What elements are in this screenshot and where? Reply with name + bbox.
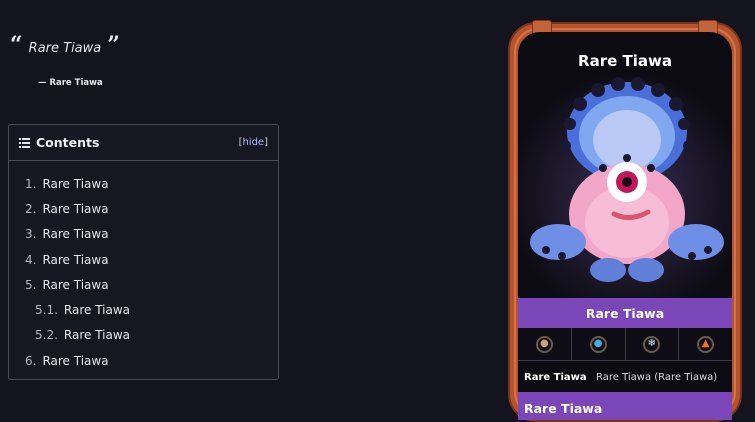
toc-item-2[interactable]: 2. Rare Tiawa <box>9 196 278 221</box>
toc-title: Contents <box>36 135 100 150</box>
toc-item-number: 4. <box>25 252 37 267</box>
table-of-contents: Contents [hide] 1. Rare Tiawa 2. Rare Tiaw… <box>8 124 279 380</box>
toc-item-label[interactable]: Rare Tiawa <box>64 303 130 317</box>
open-quote-icon: “ <box>10 32 23 58</box>
toc-item-label[interactable]: Rare Tiawa <box>42 253 108 267</box>
toc-item-4[interactable]: 4. Rare Tiawa <box>9 247 278 272</box>
monster-infobox: Rare Tiawa Rare Tiawa ● ● ❄ ▲ Rare Tiawa… <box>508 20 742 422</box>
list-icon <box>19 137 30 148</box>
toc-item-number: 3. <box>25 227 37 242</box>
quote-text: Rare Tiawa <box>28 41 102 56</box>
infobox-section-header: Rare Tiawa <box>518 392 732 420</box>
toc-item-number: 6. <box>25 353 37 368</box>
earth-icon[interactable]: ● <box>535 335 553 353</box>
toc-list: 1. Rare Tiawa 2. Rare Tiawa 3. Rare Tiawa 4… <box>9 161 278 373</box>
toc-item-label[interactable]: Rare Tiawa <box>42 354 108 368</box>
left-wing <box>530 224 586 260</box>
toc-item-1[interactable]: 1. Rare Tiawa <box>9 171 278 196</box>
toc-item-label[interactable]: Rare Tiawa <box>42 278 108 292</box>
quote-citation: — Rare Tiawa <box>38 78 103 88</box>
toc-item-5-2[interactable]: 5.2. Rare Tiawa <box>9 323 278 348</box>
monster-image[interactable] <box>518 72 732 298</box>
toc-item-number: 2. <box>25 201 37 216</box>
toc-item-3[interactable]: 3. Rare Tiawa <box>9 222 278 247</box>
toc-item-number: 5.2. <box>35 328 58 343</box>
toc-item-6[interactable]: 6. Rare Tiawa <box>9 348 278 373</box>
element-cell-fire[interactable]: ▲ <box>679 328 732 360</box>
water-icon[interactable]: ● <box>589 335 607 353</box>
element-cell-water[interactable]: ● <box>572 328 626 360</box>
toc-item-5[interactable]: 5. Rare Tiawa <box>9 272 278 297</box>
quote-block: “ Rare Tiawa ” — Rare Tiawa <box>10 32 120 88</box>
right-wing <box>668 224 724 260</box>
element-cell-cold[interactable]: ❄ <box>626 328 680 360</box>
fire-icon[interactable]: ▲ <box>697 335 715 353</box>
toc-item-number: 5.1. <box>35 303 58 318</box>
toc-header: Contents [hide] <box>9 125 278 161</box>
infobox-inner: Rare Tiawa Rare Tiawa ● ● ❄ ▲ Rare Tiawa… <box>518 32 732 420</box>
cold-icon[interactable]: ❄ <box>643 335 661 353</box>
toc-item-number: 1. <box>25 176 37 191</box>
infobox-row: Rare Tiawa Rare Tiawa (Rare Tiawa) <box>518 362 732 392</box>
infobox-row-key: Rare Tiawa <box>524 371 587 383</box>
monster-name-bar: Rare Tiawa <box>518 298 732 328</box>
toc-hide-link[interactable]: hide <box>242 137 264 148</box>
element-icons-row: ● ● ❄ ▲ <box>518 328 732 361</box>
toc-item-label[interactable]: Rare Tiawa <box>42 227 108 241</box>
element-cell-earth[interactable]: ● <box>518 328 572 360</box>
toc-item-label[interactable]: Rare Tiawa <box>64 328 130 342</box>
close-quote-icon: ” <box>107 32 120 58</box>
infobox-title: Rare Tiawa <box>578 52 672 70</box>
toc-item-5-1[interactable]: 5.1. Rare Tiawa <box>9 297 278 322</box>
toc-item-number: 5. <box>25 277 37 292</box>
toc-hide-toggle[interactable]: [hide] <box>239 137 268 148</box>
infobox-row-value: Rare Tiawa (Rare Tiawa) <box>596 371 718 383</box>
toc-item-label[interactable]: Rare Tiawa <box>42 202 108 216</box>
toc-item-label[interactable]: Rare Tiawa <box>42 177 108 191</box>
